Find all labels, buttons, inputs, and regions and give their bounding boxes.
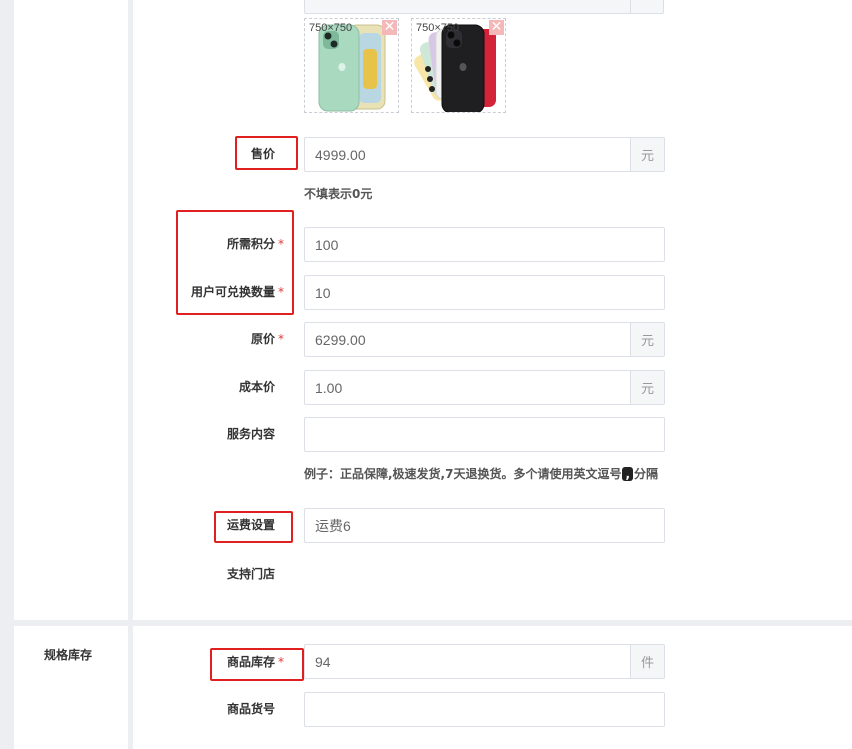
cost-price-input[interactable]: 1.00 元 <box>304 370 665 405</box>
cost-price-value: 1.00 <box>315 379 343 396</box>
original-price-label-text: 原价 <box>251 332 276 346</box>
highlight-box-shipping <box>214 511 293 543</box>
support-store-label: 支持门店 <box>227 567 276 581</box>
shipping-value: 运费6 <box>315 517 351 534</box>
sale-price-unit: 元 <box>630 138 664 171</box>
delete-image-icon[interactable]: ✕ <box>489 20 504 35</box>
service-hint-suffix: 分隔 <box>634 467 659 481</box>
sale-price-input[interactable]: 4999.00 元 <box>304 137 665 172</box>
original-price-input[interactable]: 6299.00 元 <box>304 322 665 357</box>
comma-chip: , <box>622 467 634 481</box>
left-gutter <box>0 0 14 749</box>
sale-price-hint: 不填表示0元 <box>304 187 373 201</box>
service-hint-text: 例子：正品保障,极速发货,7天退换货。多个请使用英文逗号 <box>304 467 622 481</box>
points-required-value: 100 <box>315 236 339 253</box>
top-input-divider <box>630 0 631 13</box>
top-cut-input[interactable] <box>304 0 664 14</box>
original-price-value: 6299.00 <box>315 331 366 348</box>
highlight-box-points <box>176 210 294 315</box>
original-price-label: 原价 * <box>251 330 284 347</box>
cost-price-label: 成本价 <box>239 380 276 394</box>
sku-code-input[interactable] <box>304 692 665 727</box>
exchange-quantity-input[interactable]: 10 <box>304 275 665 310</box>
stock-unit: 件 <box>630 645 664 678</box>
product-image-thumb[interactable]: 750×750 ✕ <box>411 18 506 113</box>
delete-image-icon[interactable]: ✕ <box>382 20 397 35</box>
sale-price-value: 4999.00 <box>315 146 366 163</box>
stock-input[interactable]: 94 件 <box>304 644 665 679</box>
original-price-unit: 元 <box>630 323 664 356</box>
basic-info-section-label-column <box>14 0 128 620</box>
service-content-hint: 例子：正品保障,极速发货,7天退换货。多个请使用英文逗号, 分隔 <box>304 465 658 482</box>
spec-section-title: 规格库存 <box>44 648 93 662</box>
spec-section-label-column <box>14 626 128 749</box>
image-size-label: 750×750 <box>309 22 353 34</box>
highlight-box-stock <box>210 648 304 681</box>
required-mark: * <box>278 332 285 346</box>
service-content-label: 服务内容 <box>227 427 276 441</box>
sku-code-label: 商品货号 <box>227 702 276 716</box>
exchange-quantity-value: 10 <box>315 284 331 301</box>
service-content-input[interactable] <box>304 417 665 452</box>
product-image-thumb[interactable]: 750×750 ✕ <box>304 18 399 113</box>
points-required-input[interactable]: 100 <box>304 227 665 262</box>
cost-price-unit: 元 <box>630 371 664 404</box>
image-size-label: 750×750 <box>416 22 460 34</box>
stock-value: 94 <box>315 653 331 670</box>
highlight-box-sale-price <box>235 136 298 170</box>
product-edit-page: 750×750 ✕ 750×750 ✕ 售价 4999.00 元 不填表示0元 … <box>0 0 852 749</box>
shipping-select[interactable]: 运费6 <box>304 508 665 543</box>
